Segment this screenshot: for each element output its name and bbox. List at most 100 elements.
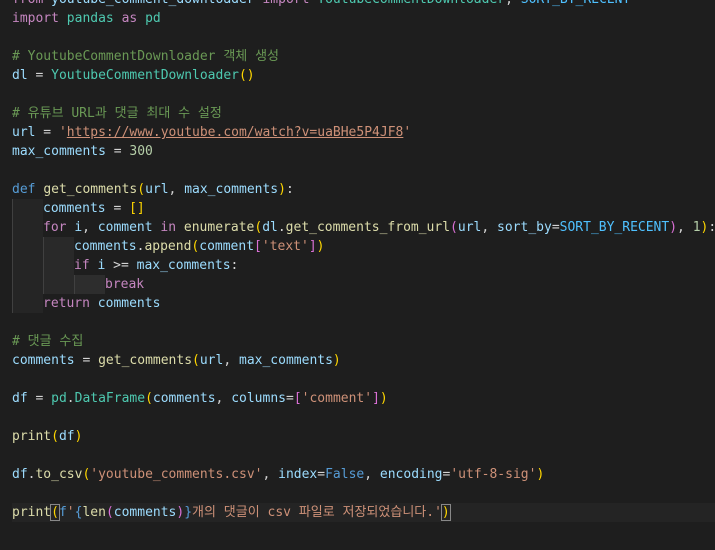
code-line[interactable] (12, 446, 715, 465)
code-line[interactable]: dl = YoutubeCommentDownloader() (12, 66, 715, 85)
code-token: : (230, 258, 239, 273)
code-token: url (12, 125, 36, 140)
code-token: url (145, 182, 169, 197)
code-token: youtube_comment_downloader (43, 0, 262, 7)
code-token: ) (379, 391, 388, 406)
code-token: f (58, 505, 67, 520)
code-token: pd (51, 391, 67, 406)
code-token: , (223, 353, 239, 368)
code-line[interactable]: comments = [] (12, 199, 715, 218)
code-token: ( (51, 429, 59, 444)
code-token: = (285, 391, 294, 406)
code-line[interactable] (12, 161, 715, 180)
code-token: from (12, 0, 43, 7)
code-line[interactable] (12, 85, 715, 104)
code-line[interactable]: for i, comment in enumerate(dl.get_comme… (12, 218, 715, 237)
code-token: 'youtube_comments.csv' (90, 467, 263, 482)
code-token: i (74, 220, 83, 235)
code-line[interactable]: # YoutubeCommentDownloader 객체 생성 (12, 47, 715, 66)
code-line[interactable]: comments.append(comment['text']) (12, 237, 715, 256)
code-token: if (74, 258, 90, 273)
code-token: ( (192, 353, 200, 368)
code-token: = (317, 467, 326, 482)
code-token: as (121, 11, 138, 26)
code-token: , (262, 467, 279, 482)
code-token: break (105, 277, 145, 292)
code-line[interactable]: print(f'{len(comments)}개의 댓글이 csv 파일로 저장… (12, 503, 715, 522)
code-token: ] (308, 239, 317, 254)
code-token: dl (12, 68, 28, 83)
code-editor[interactable]: from youtube_comment_downloader import Y… (0, 0, 715, 550)
code-token: ( (145, 391, 153, 406)
code-line[interactable]: from youtube_comment_downloader import Y… (12, 0, 715, 9)
code-token: get_comments_from_url (285, 220, 451, 235)
code-token: , (364, 467, 380, 482)
code-token: max_comments (239, 353, 333, 368)
code-token: False (325, 467, 365, 482)
code-token: print (12, 505, 52, 520)
code-token: comments (97, 296, 161, 311)
code-line[interactable]: # 댓글 수집 (12, 332, 715, 351)
code-token: 개의 댓글이 csv 파일로 저장되었습니다. (192, 505, 435, 520)
code-token: get_comments (43, 182, 138, 197)
code-token: encoding (379, 467, 443, 482)
code-token: ) (278, 182, 286, 197)
code-token: ( (450, 220, 458, 235)
code-token: len (82, 505, 106, 520)
code-token: ] (372, 391, 380, 406)
code-token: 'comment' (301, 391, 373, 406)
code-line[interactable]: df = pd.DataFrame(comments, columns=['co… (12, 389, 715, 408)
code-token: ( (137, 182, 146, 197)
code-token: comments (43, 201, 106, 216)
code-line[interactable]: break (12, 275, 715, 294)
code-token: ) (440, 504, 451, 521)
indent-guide (12, 275, 43, 294)
code-token: enumerate (183, 220, 255, 235)
code-token: 1 (692, 220, 701, 235)
code-token: max_comments (136, 258, 231, 273)
code-token: , (481, 220, 498, 235)
code-line[interactable] (12, 313, 715, 332)
code-line[interactable]: comments = get_comments(url, max_comment… (12, 351, 715, 370)
code-token: = (105, 144, 130, 159)
code-line[interactable] (12, 28, 715, 47)
indent-guide (74, 275, 105, 294)
code-line[interactable]: def get_comments(url, max_comments): (12, 180, 715, 199)
code-token: df (12, 467, 28, 482)
code-token: = (105, 201, 130, 216)
code-token: = (35, 125, 59, 140)
code-line[interactable] (12, 484, 715, 503)
code-token: def (12, 182, 36, 197)
code-token: comments (74, 239, 137, 254)
code-token: SORT_BY_RECENT (521, 0, 631, 7)
code-line[interactable]: max_comments = 300 (12, 142, 715, 161)
code-line[interactable]: if i >= max_comments: (12, 256, 715, 275)
code-token: ( (254, 220, 263, 235)
code-token: comment (97, 220, 153, 235)
code-token: : (708, 220, 715, 235)
code-line[interactable]: print(df) (12, 427, 715, 446)
code-line[interactable]: return comments (12, 294, 715, 313)
code-token: dl (262, 220, 278, 235)
code-token: ' (58, 125, 67, 140)
code-token: SORT_BY_RECENT (559, 220, 670, 235)
code-line[interactable]: url = 'https://www.youtube.com/watch?v=u… (12, 123, 715, 142)
code-line[interactable]: # 유튜브 URL과 댓글 최대 수 설정 (12, 104, 715, 123)
code-token: ) (669, 220, 678, 235)
code-token: url (457, 220, 482, 235)
code-token: return (43, 296, 90, 311)
code-token: df (12, 391, 28, 406)
code-token: . (66, 391, 75, 406)
code-token: # YoutubeCommentDownloader 객체 생성 (12, 49, 279, 64)
code-token: ( (105, 505, 114, 520)
code-token: 'utf-8-sig' (450, 467, 537, 482)
code-line[interactable]: df.to_csv('youtube_comments.csv', index=… (12, 465, 715, 484)
code-line[interactable] (12, 408, 715, 427)
code-token: comments (152, 391, 216, 406)
code-line[interactable]: import pandas as pd (12, 9, 715, 28)
indent-guide (43, 275, 74, 294)
code-lines[interactable]: from youtube_comment_downloader import Y… (12, 0, 715, 522)
code-line[interactable] (12, 370, 715, 389)
indent-guide (43, 237, 74, 256)
